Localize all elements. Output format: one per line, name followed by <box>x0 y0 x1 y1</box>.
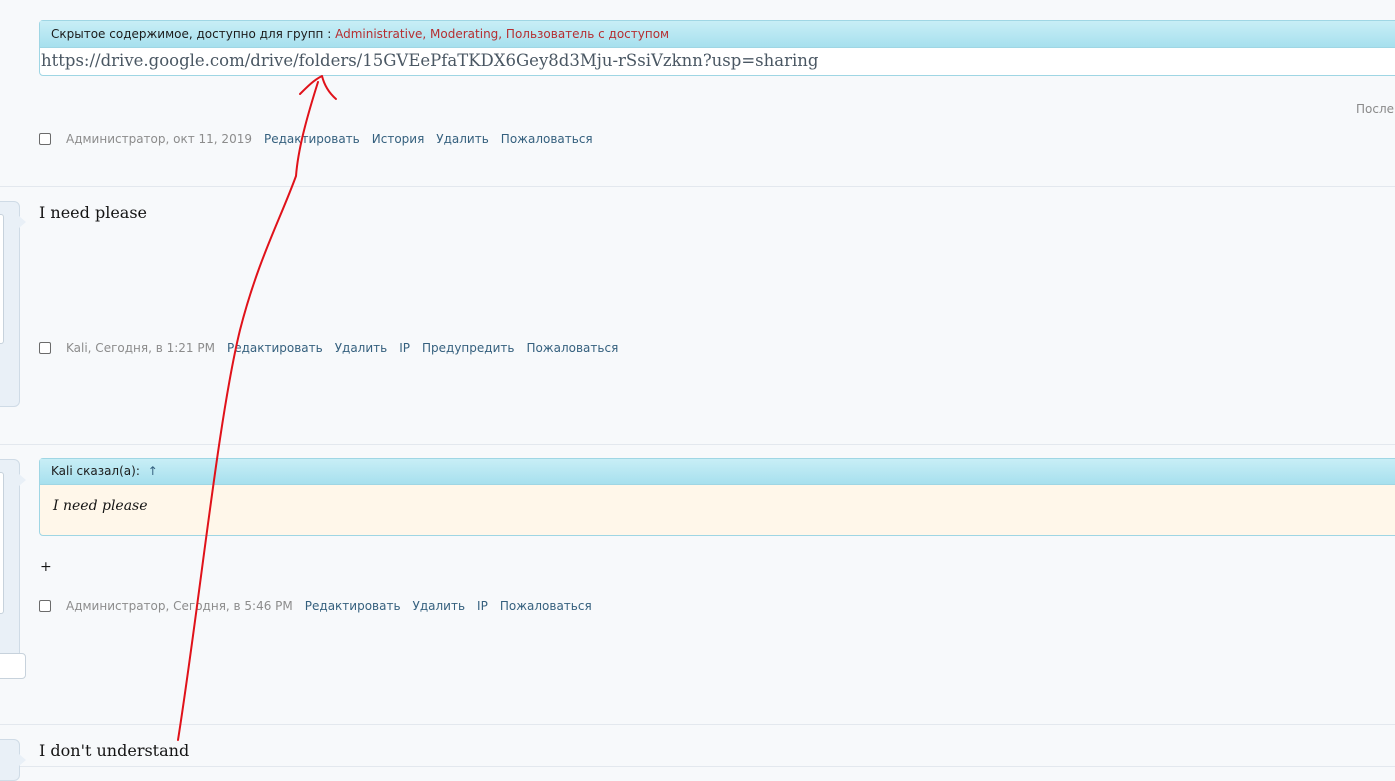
post-hidden-content: Скрытое содержимое, доступно для групп :… <box>0 0 1395 187</box>
avatar-notch <box>19 216 26 228</box>
message-text: I need please <box>39 203 148 222</box>
avatar-frame <box>0 472 4 614</box>
delete-link[interactable]: Удалить <box>436 132 489 146</box>
report-link[interactable]: Пожаловаться <box>500 599 592 613</box>
drive-link[interactable]: https://drive.google.com/drive/folders/1… <box>40 49 1395 73</box>
quote-jump-icon[interactable]: ↑ <box>148 464 158 478</box>
avatar[interactable] <box>0 201 26 407</box>
post-admin-reply: Kali сказал(а): ↑ I need please + Админи… <box>0 445 1395 725</box>
quote-author: Kali сказал(а): <box>51 464 140 478</box>
ip-link[interactable]: IP <box>399 341 410 355</box>
warn-link[interactable]: Предупредить <box>422 341 514 355</box>
avatar[interactable] <box>0 459 26 679</box>
edit-link[interactable]: Редактировать <box>264 132 360 146</box>
edit-link[interactable]: Редактировать <box>305 599 401 613</box>
quote-text: I need please <box>53 498 148 514</box>
hidden-content-block: Скрытое содержимое, доступно для групп :… <box>39 20 1395 76</box>
history-link[interactable]: История <box>372 132 425 146</box>
delete-link[interactable]: Удалить <box>413 599 466 613</box>
post-partial: I don't understand <box>0 725 1395 781</box>
avatar-notch <box>19 754 26 766</box>
post-author-date: Администратор, Сегодня, в 5:46 PM <box>66 599 293 613</box>
message-text: + <box>40 559 52 575</box>
post-author-date: Kali, Сегодня, в 1:21 PM <box>66 341 215 355</box>
post-meta: Kali, Сегодня, в 1:21 PM Редактировать У… <box>39 341 630 355</box>
report-link[interactable]: Пожаловаться <box>526 341 618 355</box>
select-post-checkbox[interactable] <box>39 342 51 354</box>
hidden-content-groups: Administrative, Moderating, Пользователь… <box>335 27 670 41</box>
avatar-frame <box>0 214 4 344</box>
ip-link[interactable]: IP <box>477 599 488 613</box>
quote-header: Kali сказал(а): ↑ <box>40 459 1395 485</box>
select-post-checkbox[interactable] <box>39 133 51 145</box>
post-author-date: Администратор, окт 11, 2019 <box>66 132 252 146</box>
post-meta: Администратор, окт 11, 2019 Редактироват… <box>39 132 605 146</box>
post-kali: I need please Kali, Сегодня, в 1:21 PM Р… <box>0 187 1395 445</box>
last-edit-note: После <box>1356 102 1395 116</box>
select-post-checkbox[interactable] <box>39 600 51 612</box>
avatar[interactable] <box>0 739 26 781</box>
hidden-content-label: Скрытое содержимое, доступно для групп : <box>51 27 332 41</box>
message-text: I don't understand <box>39 741 190 760</box>
avatar-notch <box>19 474 26 486</box>
delete-link[interactable]: Удалить <box>335 341 388 355</box>
edit-link[interactable]: Редактировать <box>227 341 323 355</box>
avatar-stub-bottom <box>0 653 26 679</box>
hidden-content-header: Скрытое содержимое, доступно для групп :… <box>40 21 1395 48</box>
report-link[interactable]: Пожаловаться <box>501 132 593 146</box>
quote-block: Kali сказал(а): ↑ I need please <box>39 458 1395 536</box>
post-meta: Администратор, Сегодня, в 5:46 PM Редакт… <box>39 599 604 613</box>
